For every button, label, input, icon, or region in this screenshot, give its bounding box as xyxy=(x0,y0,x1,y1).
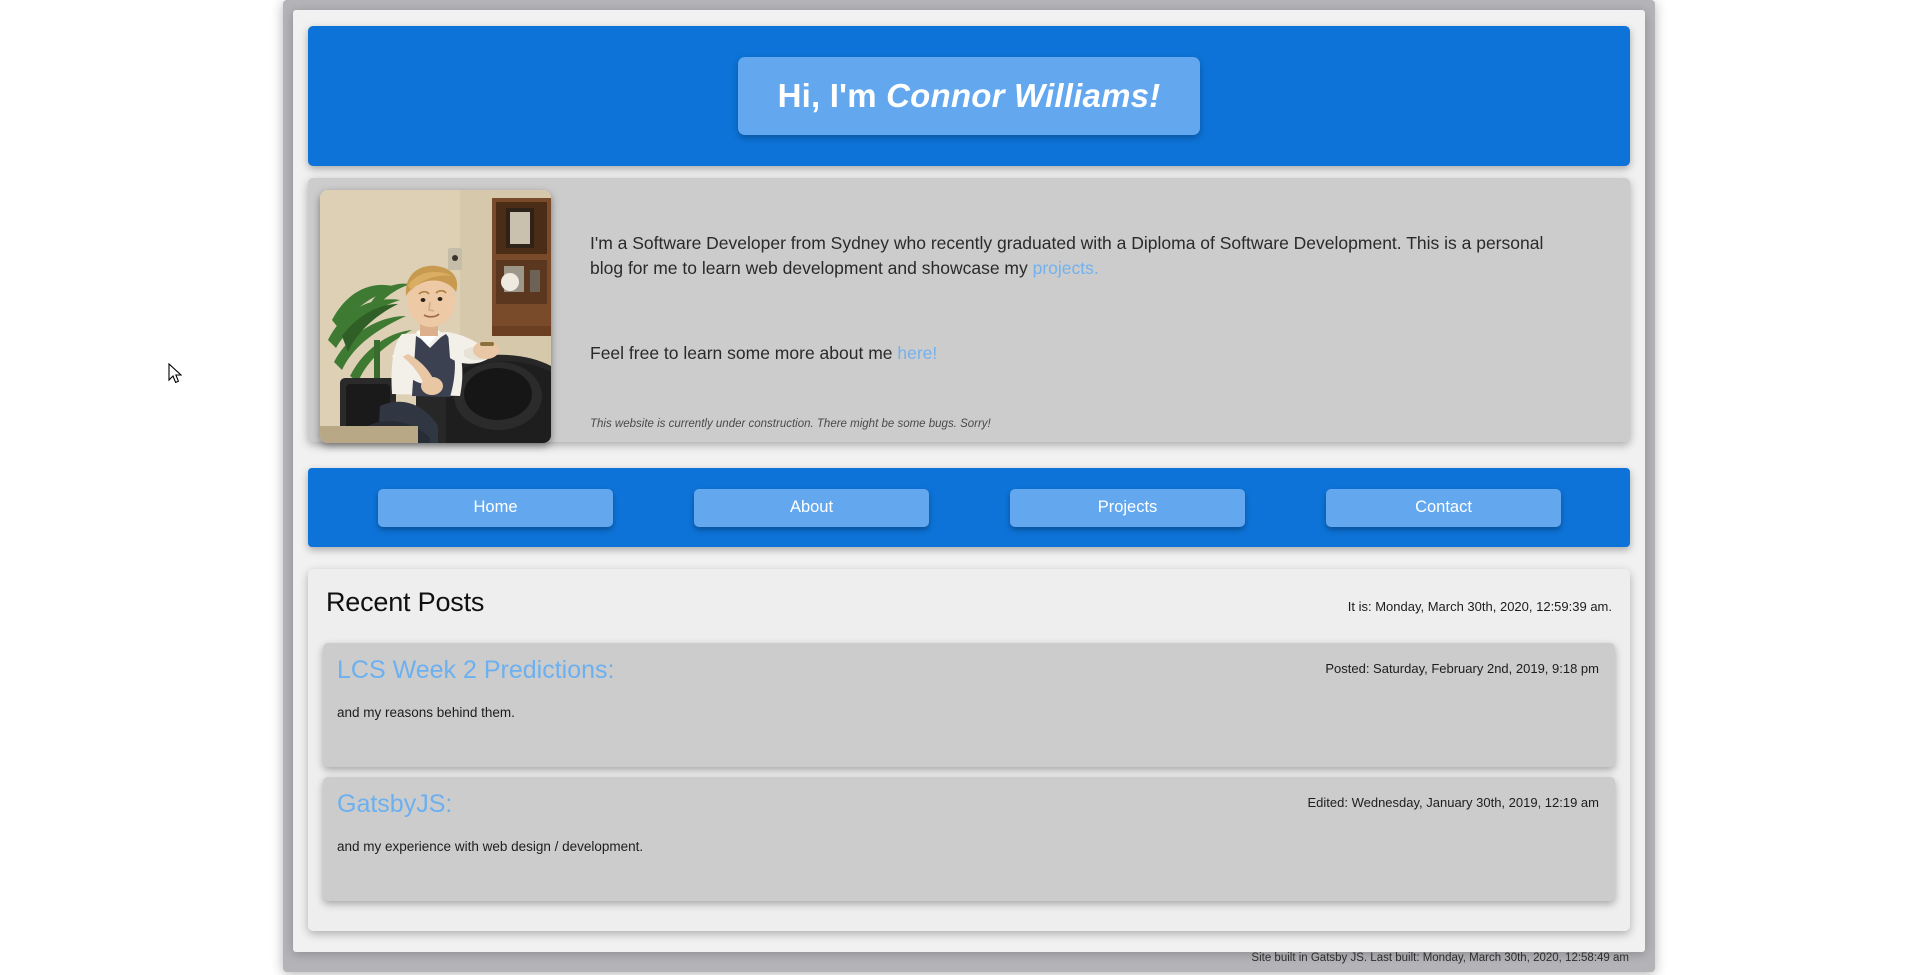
nav-item-contact-label: Contact xyxy=(1415,498,1472,516)
post-subtitle-text: and my experience with web design / deve… xyxy=(337,838,644,854)
hero-name-text: Connor Williams! xyxy=(886,77,1161,115)
mouse-cursor xyxy=(168,362,183,384)
construction-disclaimer: This website is currently under construc… xyxy=(590,417,991,430)
intro-text-block: I'm a Software Developer from Sydney who… xyxy=(551,190,1618,430)
nav-item-home-label: Home xyxy=(473,498,518,516)
post-header-row: GatsbyJS: Edited: Wednesday, January 30t… xyxy=(337,790,1600,819)
post-list-item[interactable]: GatsbyJS: Edited: Wednesday, January 30t… xyxy=(323,777,1615,901)
projects-link[interactable]: projects. xyxy=(1033,258,1099,278)
about-me-here-link[interactable]: here! xyxy=(897,343,937,363)
cursor-arrow-icon xyxy=(168,362,183,384)
recent-posts-title: Recent Posts xyxy=(326,587,485,617)
avatar xyxy=(320,190,551,443)
main-navigation: Home About Projects Contact xyxy=(308,468,1630,547)
nav-item-contact[interactable]: Contact xyxy=(1326,488,1561,527)
post-header-row: LCS Week 2 Predictions: Posted: Saturday… xyxy=(337,656,1599,685)
intro-card: I'm a Software Developer from Sydney who… xyxy=(308,178,1630,443)
nav-item-about[interactable]: About xyxy=(694,488,929,527)
nav-item-projects[interactable]: Projects xyxy=(1010,488,1245,527)
post-date-text: Edited: Wednesday, January 30th, 2019, 1… xyxy=(1307,795,1600,810)
hero-title-plate: Hi, I'm Connor Williams! xyxy=(737,57,1201,135)
intro-paragraph-1: I'm a Software Developer from Sydney who… xyxy=(590,231,1580,281)
page-background: Hi, I'm Connor Williams! I'm a Software … xyxy=(283,0,1655,972)
intro-paragraph-2: Feel free to learn some more about me he… xyxy=(590,341,1618,366)
post-list-item[interactable]: LCS Week 2 Predictions: Posted: Saturday… xyxy=(323,643,1615,767)
content-shell: Hi, I'm Connor Williams! I'm a Software … xyxy=(293,10,1645,952)
site-footer-text: Site built in Gatsby JS. Last built: Mon… xyxy=(1251,952,1629,964)
page-title: Hi, I'm Connor Williams! xyxy=(778,77,1161,115)
recent-posts-panel: Recent Posts It is: Monday, March 30th, … xyxy=(308,569,1630,931)
current-time-text: It is: Monday, March 30th, 2020, 12:59:3… xyxy=(1347,599,1612,614)
nav-item-projects-label: Projects xyxy=(1097,498,1158,516)
nav-item-home[interactable]: Home xyxy=(378,488,613,527)
hero-greeting-text: Hi, I'm xyxy=(777,77,887,115)
hero-banner: Hi, I'm Connor Williams! xyxy=(308,26,1630,166)
post-title-link[interactable]: GatsbyJS: xyxy=(337,790,452,819)
post-subtitle-text: and my reasons behind them. xyxy=(337,704,515,720)
intro-paragraph-2-text: Feel free to learn some more about me xyxy=(590,342,898,363)
post-title-link[interactable]: LCS Week 2 Predictions: xyxy=(337,656,614,685)
portrait-image xyxy=(320,190,551,443)
post-date-text: Posted: Saturday, February 2nd, 2019, 9:… xyxy=(1325,661,1599,676)
recent-posts-header: Recent Posts It is: Monday, March 30th, … xyxy=(323,587,1615,633)
nav-item-about-label: About xyxy=(789,498,834,516)
